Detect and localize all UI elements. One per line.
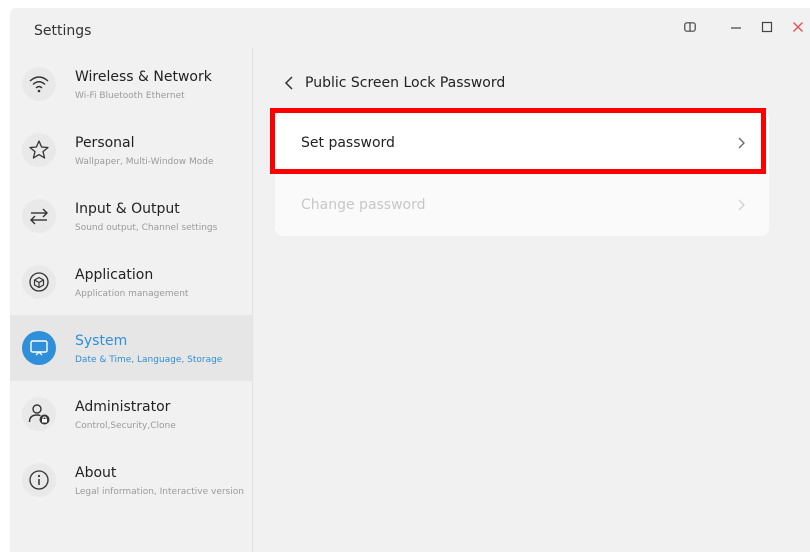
sidebar-item-label: Application <box>75 267 154 283</box>
title-bar: Settings <box>10 8 810 48</box>
sidebar-item-input-output[interactable]: Input & Output Sound output, Channel set… <box>10 183 252 249</box>
change-password-row[interactable]: Change password <box>275 174 769 236</box>
sidebar-item-wireless-network[interactable]: Wireless & Network Wi-Fi Bluetooth Ether… <box>10 51 252 117</box>
sidebar-item-label: Wireless & Network <box>75 69 212 85</box>
sidebar-item-label: Personal <box>75 135 135 151</box>
minimize-icon[interactable] <box>730 21 742 36</box>
sidebar-item-sub: Date & Time, Language, Storage <box>75 355 223 365</box>
maximize-icon[interactable] <box>761 21 773 36</box>
info-icon <box>22 463 56 497</box>
admin-lock-icon <box>22 397 56 431</box>
split-view-icon[interactable] <box>684 21 696 36</box>
sidebar-item-system[interactable]: System Date & Time, Language, Storage <box>10 315 252 381</box>
settings-window: Settings Wireless & Network Wi-Fi Blueto… <box>10 8 810 552</box>
swap-arrows-icon <box>22 199 56 233</box>
monitor-icon <box>22 331 56 365</box>
sidebar-item-sub: Wallpaper, Multi-Window Mode <box>75 157 214 167</box>
sidebar-item-personal[interactable]: Personal Wallpaper, Multi-Window Mode <box>10 117 252 183</box>
chevron-left-icon[interactable] <box>283 75 295 95</box>
sidebar-item-about[interactable]: About Legal information, Interactive ver… <box>10 447 252 513</box>
sidebar-item-application[interactable]: Application Application management <box>10 249 252 315</box>
highlight-box <box>270 108 766 174</box>
sidebar-item-sub: Sound output, Channel settings <box>75 223 218 233</box>
cube-icon <box>22 265 56 299</box>
change-password-label: Change password <box>301 197 426 213</box>
chevron-right-icon <box>736 197 746 217</box>
sidebar-item-label: About <box>75 465 117 481</box>
page-title: Public Screen Lock Password <box>305 75 506 91</box>
sidebar-item-administrator[interactable]: Administrator Control,Security,Clone <box>10 381 252 447</box>
sidebar-item-sub: Control,Security,Clone <box>75 421 176 431</box>
window-title: Settings <box>34 23 92 39</box>
sidebar: Wireless & Network Wi-Fi Bluetooth Ether… <box>10 48 252 552</box>
sidebar-item-sub: Legal information, Interactive version <box>75 487 244 497</box>
sidebar-item-sub: Application management <box>75 289 189 299</box>
sidebar-item-label: Administrator <box>75 399 171 415</box>
close-icon[interactable] <box>792 21 804 36</box>
content-pane: Public Screen Lock Password Set password… <box>253 48 810 552</box>
star-icon <box>22 133 56 167</box>
wifi-icon <box>22 67 56 101</box>
sidebar-item-label: System <box>75 333 128 349</box>
sidebar-item-label: Input & Output <box>75 201 180 217</box>
sidebar-item-sub: Wi-Fi Bluetooth Ethernet <box>75 91 185 101</box>
